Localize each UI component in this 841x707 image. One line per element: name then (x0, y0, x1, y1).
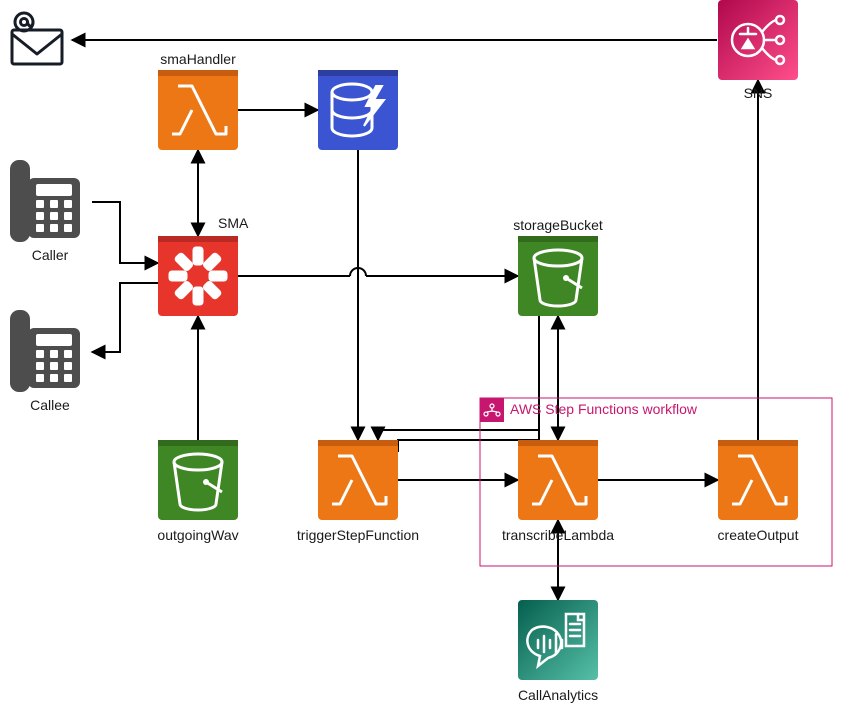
outgoingwav-label: outgoingWav (157, 527, 238, 543)
triggerstep-label: triggerStepFunction (297, 527, 419, 543)
triggerstep-node: triggerStepFunction (297, 440, 419, 543)
dynamo-node (318, 70, 398, 150)
callee-label: Callee (30, 397, 70, 413)
phone-icon (10, 160, 80, 242)
callanalytics-node: CallAnalytics (518, 600, 598, 703)
callee-node: Callee (10, 310, 80, 413)
callanalytics-label: CallAnalytics (518, 687, 598, 703)
edge-sma-storagebucket (238, 268, 518, 276)
caller-label: Caller (32, 247, 69, 263)
sns-node: SNS (718, 0, 798, 101)
createoutput-label: createOutput (718, 527, 799, 543)
edge-storagebucket-triggerstep (398, 316, 539, 452)
sma-node: SMA (158, 215, 249, 316)
phone-icon (10, 310, 80, 392)
storagebucket-label: storageBucket (513, 217, 603, 233)
email-icon (12, 13, 62, 64)
smahandler-label: smaHandler (160, 51, 236, 67)
edge-sma-callee (92, 283, 158, 352)
caller-node: Caller (10, 160, 80, 263)
outgoingwav-node: outgoingWav (157, 440, 238, 543)
step-functions-group-label: AWS Step Functions workflow (510, 401, 698, 417)
edge-storagebucket-triggerstep-arrow (378, 316, 539, 440)
sns-label: SNS (744, 85, 773, 101)
edge-caller-sma (92, 202, 158, 263)
storagebucket-node: storageBucket (513, 217, 603, 316)
smahandler-node: smaHandler (158, 51, 238, 150)
transcribe-label: transcribeLambda (502, 527, 614, 543)
createoutput-node: createOutput (718, 440, 799, 543)
sma-label: SMA (218, 215, 249, 231)
transcribe-node: transcribeLambda (502, 440, 614, 543)
